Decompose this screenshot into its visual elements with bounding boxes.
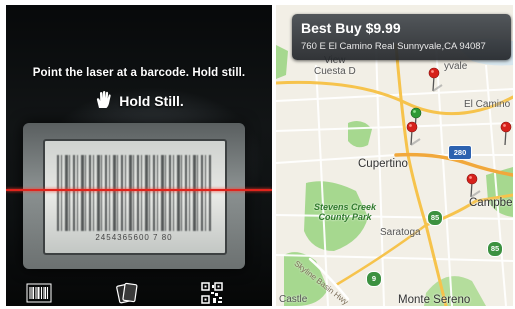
route-shield-85: 85: [487, 241, 503, 257]
place-label-cupertino: Cupertino: [358, 158, 408, 170]
barcode-scanner-view: Point the laser at a barcode. Hold still…: [6, 5, 272, 306]
store-pin[interactable]: [426, 67, 446, 93]
store-map[interactable]: 280 85 85 9 Cuesta D View yvale El Camin…: [276, 5, 513, 306]
route-shield-9: 9: [366, 271, 382, 287]
route-shield-85: 85: [427, 210, 443, 226]
place-label-monte-sereno: Monte Sereno: [398, 294, 471, 306]
store-pin[interactable]: [464, 173, 484, 199]
place-label: Castle: [279, 294, 308, 305]
hold-still-status: Hold Still.: [6, 91, 272, 109]
store-callout[interactable]: Best Buy $9.99 760 E El Camino Real Sunn…: [292, 14, 511, 60]
place-label: Cuesta D: [314, 66, 356, 77]
hold-still-label: Hold Still.: [119, 93, 184, 109]
store-price-title: Best Buy $9.99: [301, 20, 401, 36]
camera-preview: 2454365600 7 80: [23, 123, 245, 269]
highway-shield-280: 280: [448, 145, 472, 160]
place-label: yvale: [444, 61, 468, 72]
barcode-label: 2454365600 7 80: [43, 139, 227, 255]
laser-line: [6, 189, 272, 191]
barcode-digits: 2454365600 7 80: [95, 233, 173, 242]
store-address: 760 E El Camino Real Sunnyvale,CA 94087: [301, 41, 486, 52]
hand-icon: [94, 91, 114, 109]
barcode-icon[interactable]: [26, 282, 52, 304]
scan-instruction: Point the laser at a barcode. Hold still…: [32, 67, 246, 79]
cards-icon[interactable]: [114, 282, 140, 304]
place-label-campbell: Campbe: [469, 197, 513, 209]
store-pin[interactable]: [498, 121, 513, 147]
place-label-saratoga: Saratoga: [380, 227, 421, 238]
scanner-toolbar: [6, 278, 272, 306]
store-pin[interactable]: [404, 121, 424, 147]
place-label: El Camino I: [464, 99, 513, 110]
barcode-bars: [57, 155, 211, 231]
park-label: Stevens Creek County Park: [314, 202, 377, 222]
qr-code-icon[interactable]: [199, 282, 225, 304]
